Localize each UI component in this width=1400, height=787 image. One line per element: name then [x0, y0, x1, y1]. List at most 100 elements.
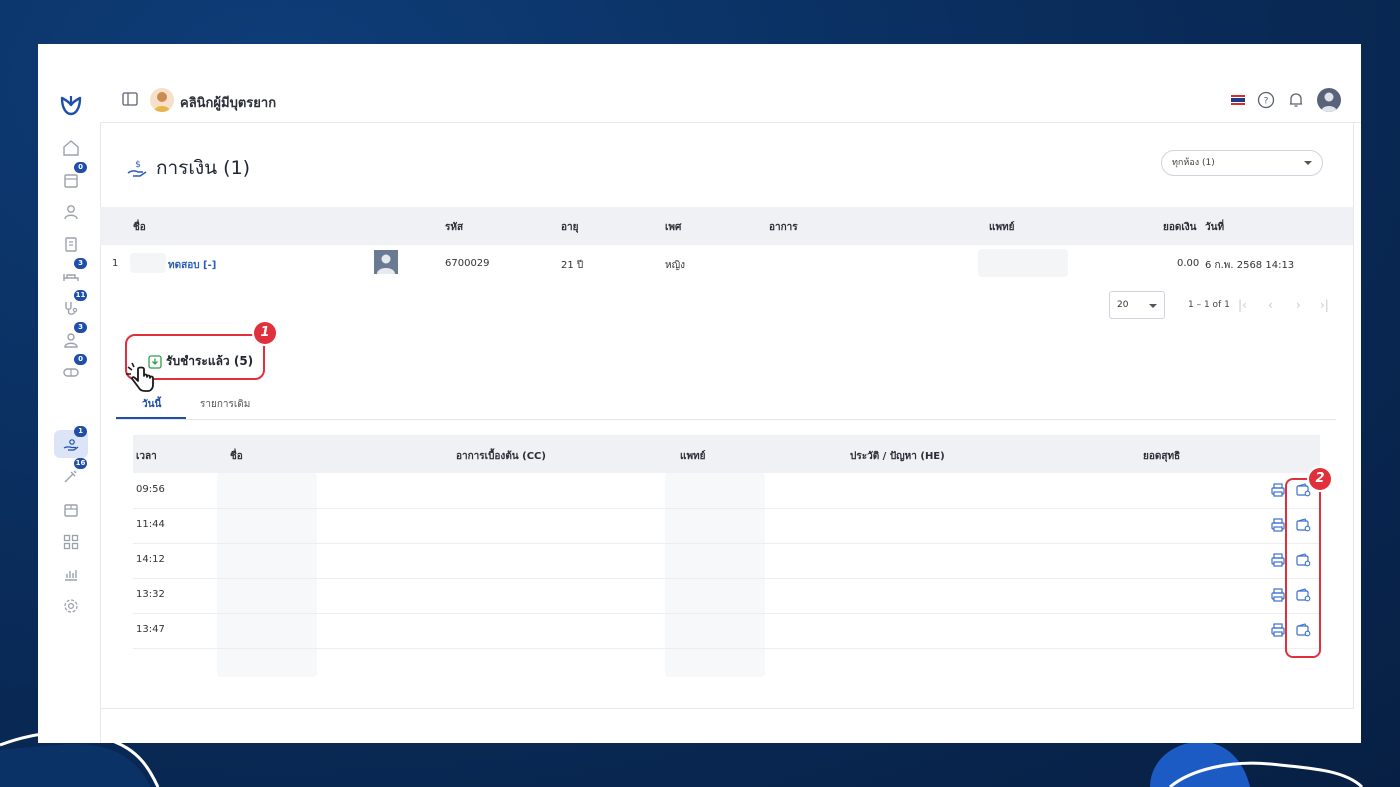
sidebar-item-apps[interactable]	[54, 528, 88, 556]
patient-age: 21 ปี	[561, 260, 584, 271]
main-content: $ การเงิน (1) ทุกห้อง (1) ชื่อ รหัส อายุ…	[100, 123, 1354, 709]
sidebar-toggle-icon[interactable]	[122, 92, 138, 106]
home-icon	[63, 140, 79, 156]
prev-page-icon[interactable]: ‹	[1268, 298, 1273, 312]
bar-chart-icon	[65, 570, 77, 581]
printer-icon[interactable]	[1270, 587, 1286, 603]
sidebar-item-settings[interactable]	[54, 592, 88, 620]
col-doctor: แพทย์	[680, 451, 706, 462]
table-row[interactable]: 11:44	[133, 508, 1320, 544]
hand-coin-icon: $	[127, 160, 147, 177]
paid-section-toggle[interactable]: รับชำระแล้ว (5)	[148, 352, 253, 371]
tulip-logo-icon	[60, 96, 82, 116]
room-filter-select[interactable]: ทุกห้อง (1)	[1161, 150, 1323, 176]
patient-date: 6 ก.พ. 2568 14:13	[1205, 260, 1295, 271]
help-icon[interactable]: ?	[1257, 91, 1275, 109]
page-title: $ การเงิน (1)	[126, 153, 250, 183]
chevron-down-icon	[1149, 304, 1157, 308]
sidebar-item-home[interactable]	[54, 134, 88, 162]
active-tab-indicator	[116, 417, 186, 419]
patient-name-link[interactable]: ทดสอบ [-]	[168, 258, 216, 273]
sidebar-item-patients[interactable]	[54, 198, 88, 226]
table-row[interactable]: 13:32	[133, 578, 1320, 614]
top-bar: คลินิกผู้มีบุตรยาก ?	[100, 78, 1361, 123]
printer-icon[interactable]	[1270, 517, 1286, 533]
col-symptom: อาการ	[769, 222, 798, 233]
svg-text:$: $	[135, 160, 141, 170]
col-doctor: แพทย์	[989, 222, 1015, 233]
printer-icon[interactable]	[1270, 622, 1286, 638]
clinic-avatar	[150, 88, 174, 112]
col-name: ชื่อ	[133, 222, 146, 233]
calendar-icon	[64, 174, 78, 188]
room-filter-value: ทุกห้อง (1)	[1172, 158, 1215, 168]
table-row[interactable]: 1 ทดสอบ [-] 6700029 21 ปี หญิง 0.00 6 ก.…	[100, 245, 1353, 281]
col-code: รหัส	[445, 222, 464, 233]
patient-gender: หญิง	[665, 260, 685, 271]
patient-photo	[374, 250, 398, 274]
sidebar-item-reports[interactable]	[54, 560, 88, 588]
page-size-select[interactable]: 20	[1109, 291, 1165, 319]
callout-number-1: 1	[254, 322, 276, 344]
col-time: เวลา	[136, 451, 157, 462]
sidebar-item-inventory[interactable]	[54, 496, 88, 524]
app-window: 0 3 11 3 0 1 16 คลินิกผู้มีบุตรยาก ? $ ก…	[38, 44, 1361, 743]
last-page-icon[interactable]: ›|	[1320, 298, 1329, 312]
sidebar-item-beds[interactable]: 3	[54, 258, 88, 290]
lab-badge: 0	[74, 354, 87, 365]
sidebar-item-lab[interactable]: 0	[54, 354, 88, 386]
sidebar-item-tools[interactable]: 16	[54, 458, 88, 490]
user-avatar[interactable]	[1317, 88, 1341, 112]
col-he: ประวัติ / ปัญหา (HE)	[850, 451, 945, 462]
sidebar-item-appointments[interactable]: 0	[54, 162, 88, 194]
table-row[interactable]: 13:47	[133, 613, 1320, 649]
callout-box-2	[1285, 478, 1321, 658]
first-page-icon[interactable]: |‹	[1238, 298, 1247, 312]
paid-section-label: รับชำระแล้ว (5)	[166, 354, 254, 368]
row-time: 13:32	[136, 589, 165, 600]
col-cc: อาการเบื้องต้น (CC)	[456, 451, 546, 462]
beds-badge: 3	[74, 258, 87, 269]
pill-icon	[63, 368, 79, 377]
sidebar-item-treatment[interactable]: 11	[54, 290, 88, 322]
tab-previous[interactable]: รายการเดิม	[200, 397, 250, 412]
page-size-value: 20	[1117, 300, 1129, 310]
queue-badge: 3	[74, 322, 87, 333]
sidebar-item-queue[interactable]: 3	[54, 322, 88, 354]
tab-today[interactable]: วันนี้	[142, 397, 161, 412]
sidebar: 0 3 11 3 0 1 16	[38, 78, 101, 743]
finance-badge: 1	[74, 426, 87, 437]
printer-icon[interactable]	[1270, 552, 1286, 568]
col-net: ยอดสุทธิ	[1143, 451, 1181, 462]
pagination-range: 1 – 1 of 1	[1188, 300, 1230, 310]
sidebar-item-finance[interactable]: 1	[54, 426, 88, 458]
grid-icon	[63, 534, 79, 550]
thai-flag-icon[interactable]	[1231, 95, 1245, 106]
svg-text:?: ?	[1264, 97, 1269, 107]
col-gender: เพศ	[665, 222, 682, 233]
gear-icon	[64, 599, 78, 613]
stethoscope-icon	[65, 302, 78, 315]
table-row[interactable]: 09:56	[133, 473, 1320, 509]
table-row[interactable]: 14:12	[133, 543, 1320, 579]
col-amount: ยอดเงิน	[1163, 222, 1197, 233]
clinic-name: คลินิกผู้มีบุตรยาก	[180, 96, 277, 111]
callout-number-2: 2	[1309, 468, 1331, 490]
tools-badge: 16	[74, 458, 87, 469]
printer-icon[interactable]	[1270, 482, 1286, 498]
sidebar-item-records[interactable]	[54, 230, 88, 258]
box-icon	[64, 504, 78, 517]
col-age: อายุ	[561, 222, 579, 233]
row-time: 09:56	[136, 484, 165, 495]
row-time: 14:12	[136, 554, 165, 565]
patient-code: 6700029	[445, 258, 490, 269]
patient-amount: 0.00	[1177, 258, 1200, 269]
bell-icon[interactable]	[1287, 91, 1305, 109]
appointments-badge: 0	[74, 162, 87, 173]
patients-table-header: ชื่อ รหัส อายุ เพศ อาการ แพทย์ ยอดเงิน ว…	[100, 207, 1353, 245]
doctor-icon	[64, 333, 78, 348]
page-title-text: การเงิน (1)	[156, 157, 251, 179]
next-page-icon[interactable]: ›	[1296, 298, 1301, 312]
paid-table-header: เวลา ชื่อ อาการเบื้องต้น (CC) แพทย์ ประว…	[133, 435, 1320, 473]
clipboard-icon	[65, 237, 77, 252]
